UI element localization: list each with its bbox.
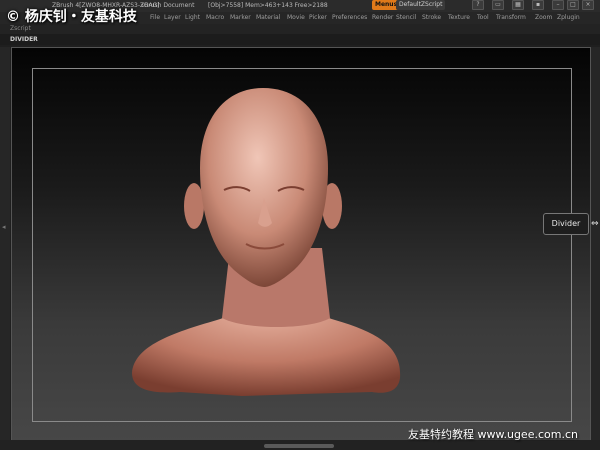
right-tray[interactable] <box>590 47 600 440</box>
head-sculpt <box>132 88 401 396</box>
maximize-icon[interactable]: □ <box>567 0 579 10</box>
menu-item-movie[interactable]: Movie <box>287 12 305 24</box>
watermark-top-left: © 杨庆钊・友基科技 <box>6 9 137 25</box>
menu-item-tool[interactable]: Tool <box>477 12 489 24</box>
menu-item-zplugin[interactable]: Zplugin <box>557 12 580 24</box>
left-tray[interactable]: ◂ <box>0 47 10 440</box>
menu-item-light[interactable]: Light <box>185 12 200 24</box>
resize-cursor-icon: ⇔ <box>591 219 599 229</box>
minimize-icon[interactable]: – <box>552 0 564 10</box>
canvas-viewport[interactable] <box>11 47 591 442</box>
palette-tab-bar: DIVIDER <box>0 34 600 45</box>
menu-item-marker[interactable]: Marker <box>230 12 251 24</box>
tab-divider[interactable]: DIVIDER <box>10 34 38 45</box>
default-zscript-button[interactable]: DefaultZScript <box>396 0 446 10</box>
document-title: ZBrush Document <box>140 2 195 9</box>
left-tray-arrow-icon[interactable]: ◂ <box>2 223 6 231</box>
close-icon[interactable]: × <box>582 0 594 10</box>
menu-item-texture[interactable]: Texture <box>448 12 470 24</box>
divider-tooltip: Divider <box>543 213 589 235</box>
memory-info: [Obj>7558] Mem>463+143 Free>2188 <box>208 2 328 9</box>
help-icon[interactable]: ? <box>472 0 484 10</box>
bottom-tray-handle[interactable] <box>264 444 334 448</box>
lock-icon[interactable]: ▪ <box>532 0 544 10</box>
menu-item-transform[interactable]: Transform <box>496 12 526 24</box>
menu-item-render[interactable]: Render <box>372 12 393 24</box>
menu-item-stencil[interactable]: Stencil <box>396 12 416 24</box>
menu-item-material[interactable]: Material <box>256 12 280 24</box>
menu-item-layer[interactable]: Layer <box>164 12 181 24</box>
watermark-bottom-right: 友基特约教程 www.ugee.com.cn <box>408 428 578 441</box>
menu-item-stroke[interactable]: Stroke <box>422 12 441 24</box>
menu-item-macro[interactable]: Macro <box>206 12 224 24</box>
menu-item-file[interactable]: File <box>150 12 160 24</box>
menu-item-zoom[interactable]: Zoom <box>535 12 552 24</box>
menu-item-preferences[interactable]: Preferences <box>332 12 367 24</box>
menu-item-picker[interactable]: Picker <box>309 12 327 24</box>
palette-icon[interactable]: ▦ <box>512 0 524 10</box>
layout-icon[interactable]: ▭ <box>492 0 504 10</box>
left-ear-shape <box>184 183 204 229</box>
